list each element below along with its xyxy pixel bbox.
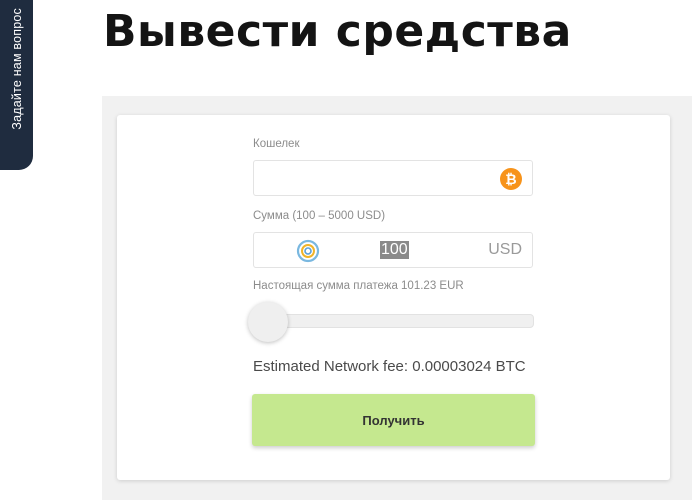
- wallet-input[interactable]: ₿: [253, 160, 533, 196]
- page-title: Вывести средства: [103, 6, 572, 57]
- bitcoin-icon: ₿: [500, 168, 522, 190]
- amount-slider-track[interactable]: [253, 314, 534, 328]
- ask-question-tab[interactable]: Задайте нам вопрос: [0, 0, 33, 170]
- submit-button[interactable]: Получить: [252, 394, 535, 446]
- actual-amount-label: Настоящая сумма платежа 101.23 EUR: [253, 280, 464, 292]
- network-fee-text: Estimated Network fee: 0.00003024 BTC: [253, 358, 526, 375]
- amount-slider-handle[interactable]: [248, 302, 288, 342]
- amount-value[interactable]: 100: [380, 241, 409, 259]
- amount-input[interactable]: 100 USD: [253, 232, 533, 268]
- refresh-icon[interactable]: [296, 239, 320, 263]
- amount-label: Сумма (100 – 5000 USD): [253, 210, 386, 222]
- ask-question-label: Задайте нам вопрос: [9, 8, 24, 130]
- currency-label: USD: [488, 241, 522, 258]
- wallet-label: Кошелек: [253, 138, 300, 150]
